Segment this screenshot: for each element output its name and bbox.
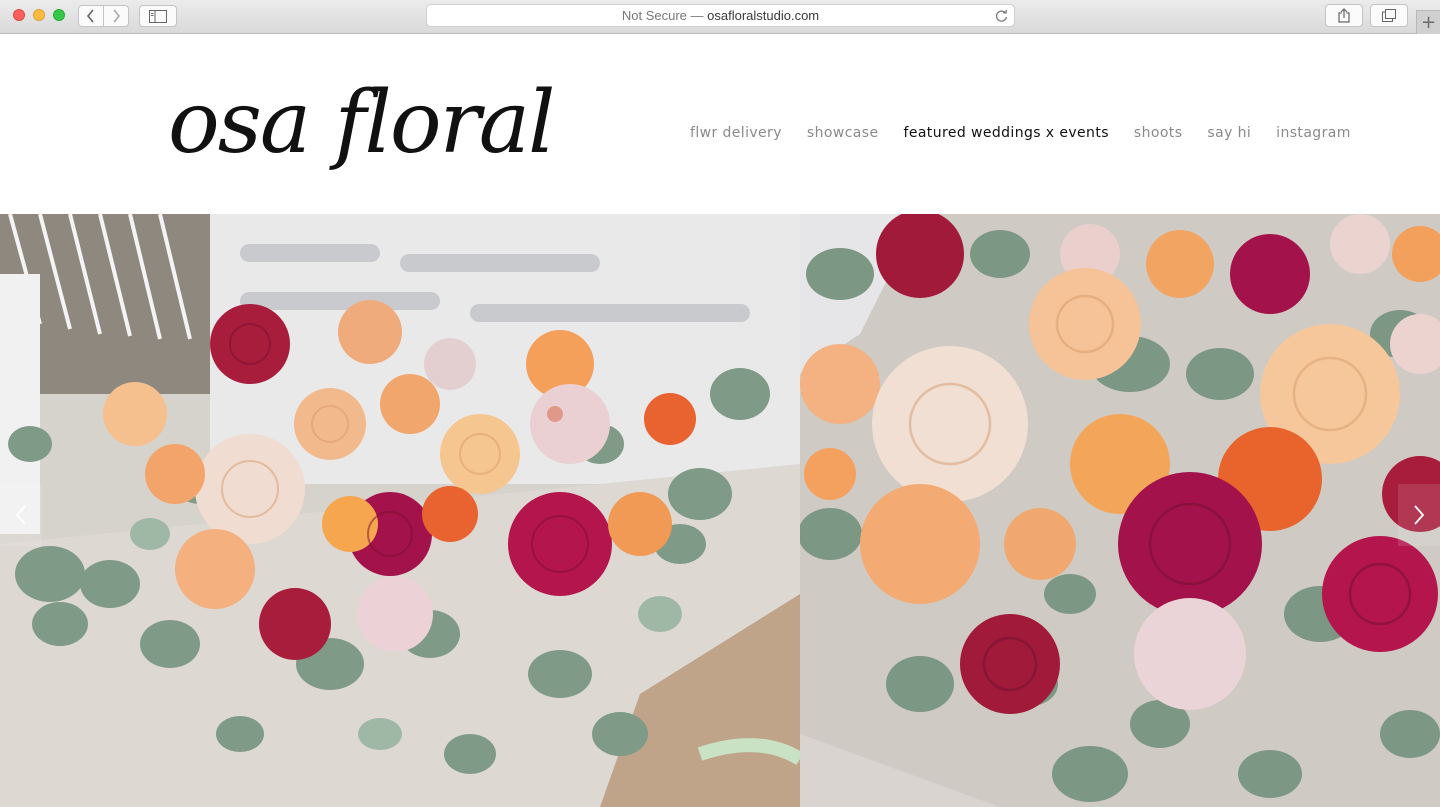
security-label: Not Secure — (621, 8, 708, 23)
back-button[interactable] (78, 5, 104, 27)
share-icon (1338, 8, 1350, 23)
tabs-icon (1382, 9, 1396, 22)
gallery-slider (0, 214, 1440, 807)
sidebar-icon (149, 9, 167, 23)
share-button[interactable] (1325, 4, 1363, 27)
address-bar[interactable]: Not Secure — osafloralstudio.com (426, 4, 1015, 27)
gallery-prev-button[interactable] (0, 484, 42, 546)
close-window-button[interactable] (13, 9, 25, 21)
forward-button[interactable] (103, 5, 129, 27)
chevron-left-icon (15, 505, 26, 525)
browser-toolbar: Not Secure — osafloralstudio.com + (0, 0, 1440, 34)
nav-say-hi[interactable]: say hi (1207, 125, 1251, 141)
site-logo[interactable]: osa floral (168, 53, 556, 193)
sidebar-toggle-button[interactable] (139, 5, 177, 27)
back-chevron-icon (86, 9, 94, 23)
new-tab-button[interactable]: + (1416, 10, 1440, 34)
zoom-window-button[interactable] (53, 9, 65, 21)
main-nav: flwr delivery showcase featured weddings… (690, 125, 1351, 141)
nav-shoots[interactable]: shoots (1134, 125, 1182, 141)
gallery-next-button[interactable] (1398, 484, 1440, 546)
nav-featured-weddings[interactable]: featured weddings x events (903, 125, 1108, 141)
reload-icon[interactable] (995, 8, 1008, 29)
site-header: osa floral flwr delivery showcase featur… (0, 35, 1440, 214)
nav-showcase[interactable]: showcase (807, 125, 879, 141)
address-host: osafloralstudio.com (707, 8, 820, 23)
show-tabs-button[interactable] (1370, 4, 1408, 27)
plus-icon: + (1420, 12, 1437, 33)
chevron-right-icon (1414, 505, 1425, 525)
nav-flwr-delivery[interactable]: flwr delivery (690, 125, 782, 141)
forward-chevron-icon (113, 9, 121, 23)
floral-arrangement-photo-2 (800, 214, 1440, 807)
floral-arrangement-photo-1 (0, 214, 800, 807)
minimize-window-button[interactable] (33, 9, 45, 21)
nav-instagram[interactable]: instagram (1276, 125, 1351, 141)
